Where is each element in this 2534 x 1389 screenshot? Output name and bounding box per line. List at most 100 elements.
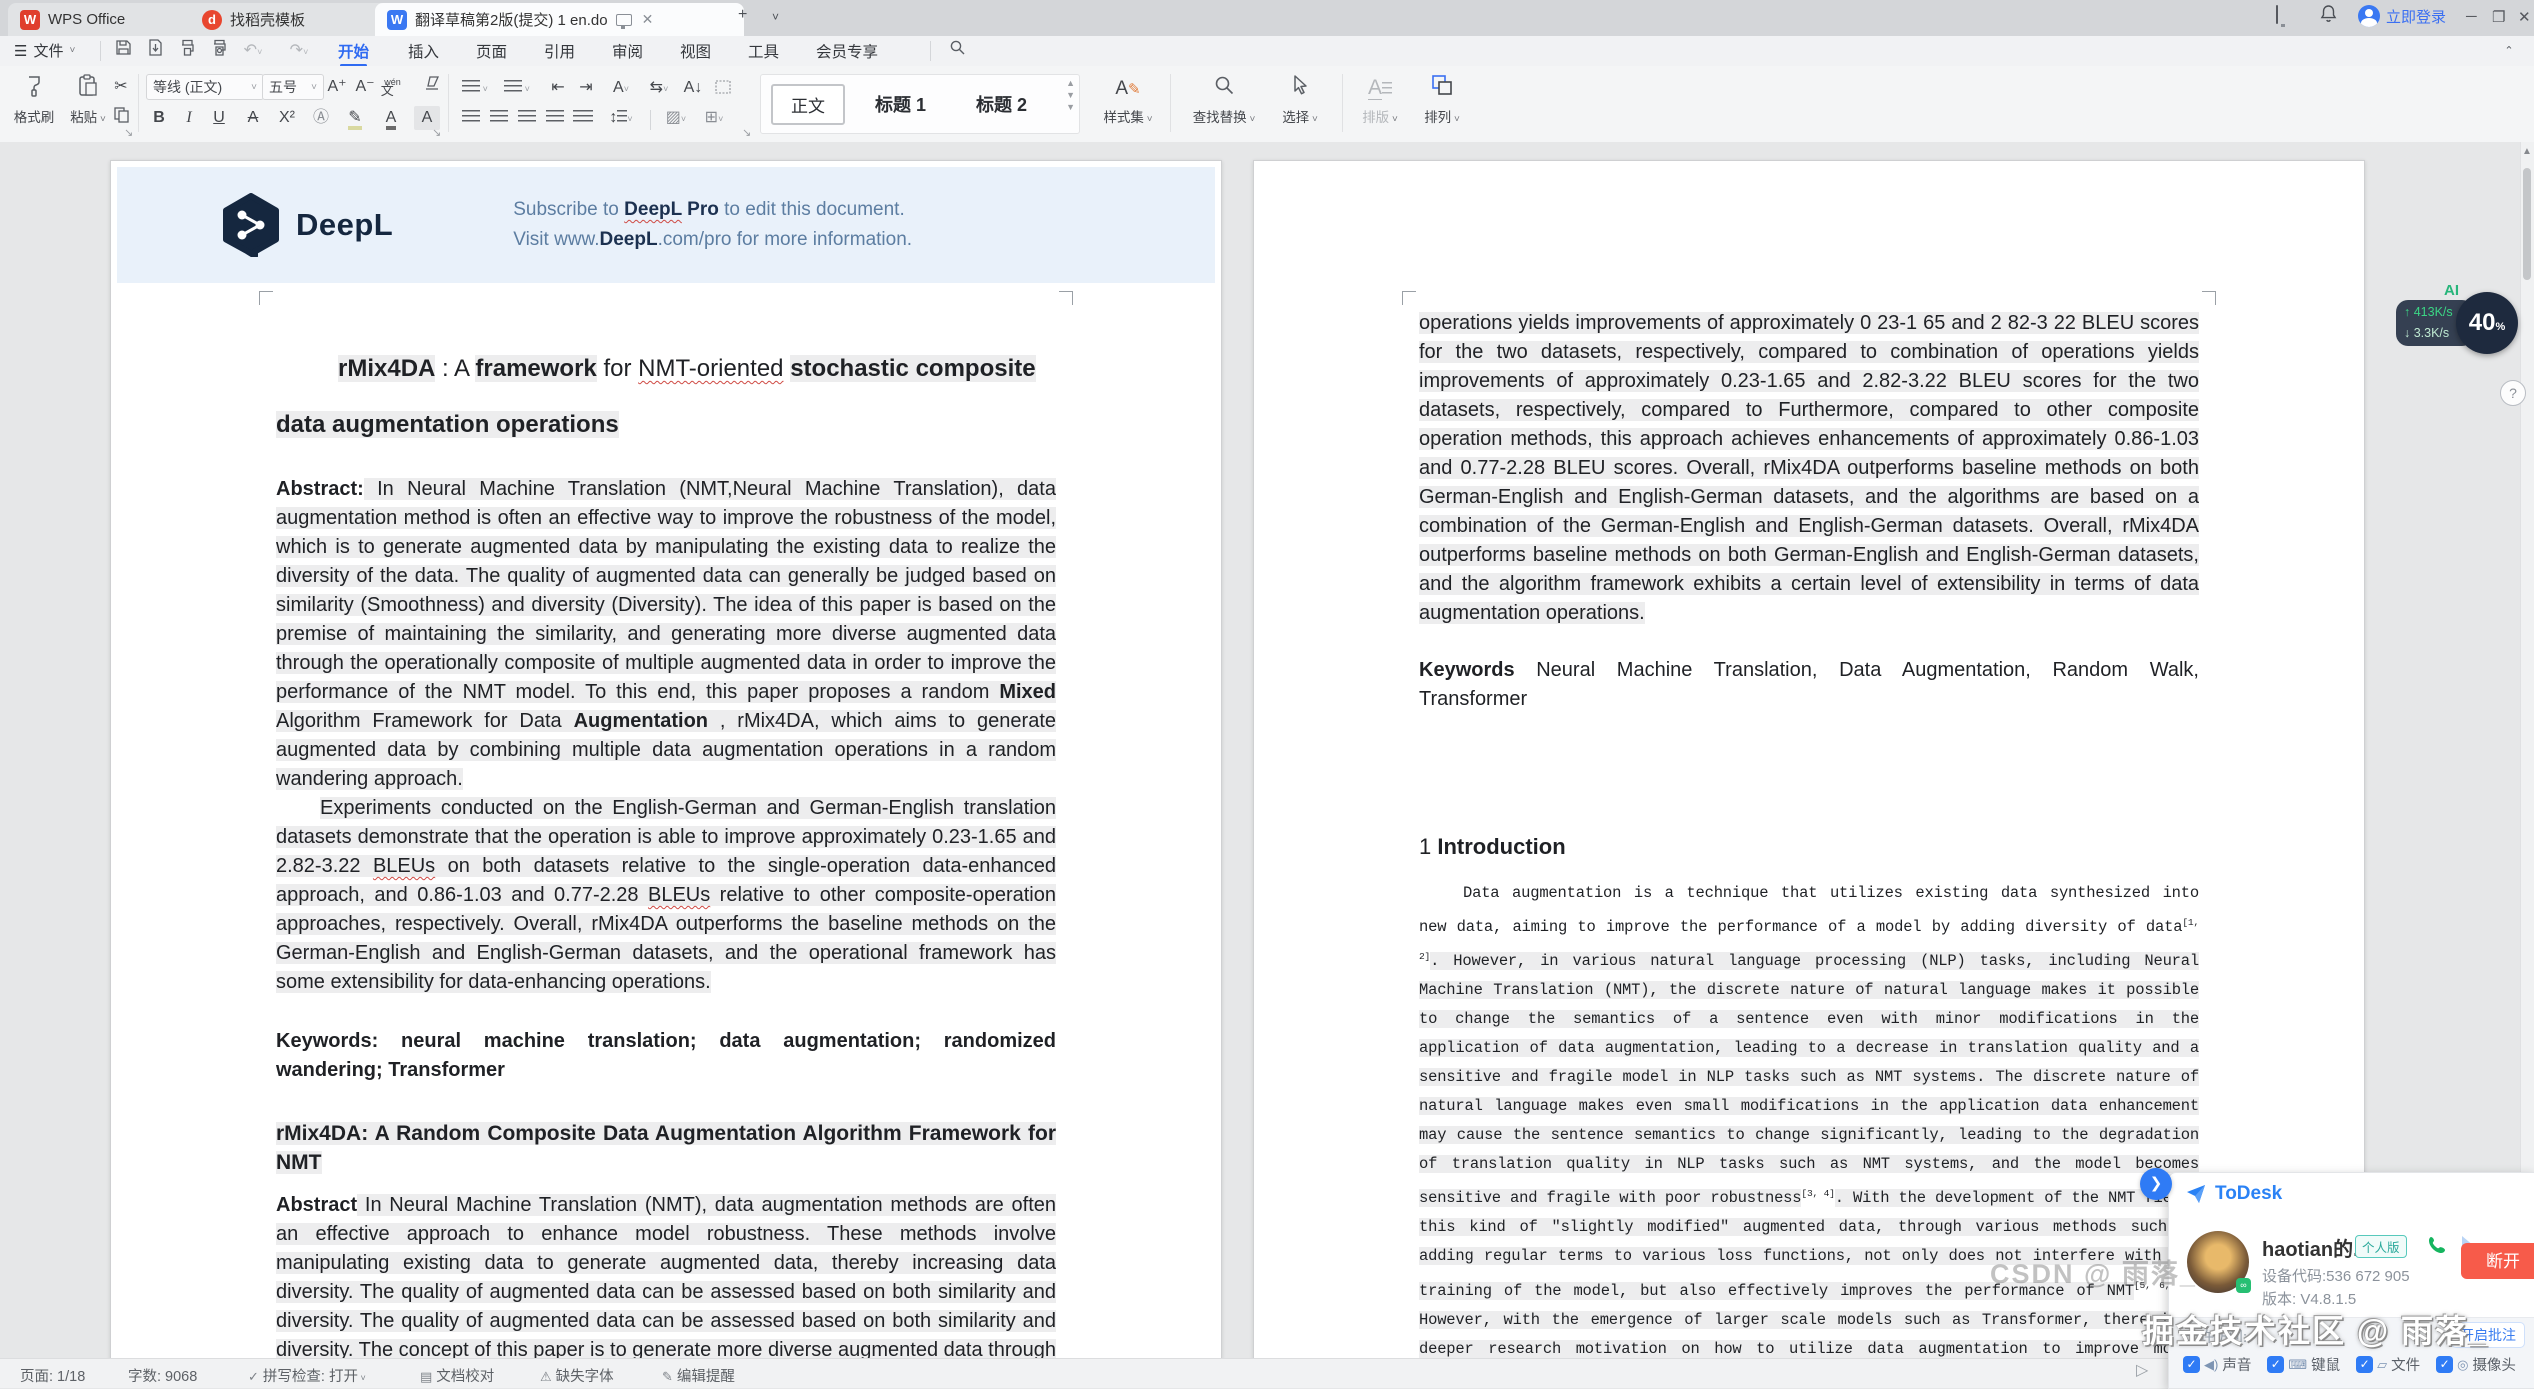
increase-indent-icon[interactable]: ⇥ — [573, 76, 599, 100]
screen-cast-icon[interactable] — [2276, 6, 2278, 24]
disconnect-button[interactable]: 断开 — [2461, 1243, 2534, 1279]
paragraph-group-expander[interactable]: ↘ — [742, 126, 751, 139]
file-menu-button[interactable]: ☰ 文件 ˅ — [14, 40, 75, 61]
grow-font-button[interactable]: A⁺ — [324, 75, 350, 99]
align-center-icon[interactable] — [486, 106, 512, 130]
notification-bell-icon[interactable] — [2320, 5, 2337, 28]
align-right-icon[interactable] — [514, 106, 540, 130]
perm-keyboard-mouse[interactable]: ✓ ⌨ 键鼠 — [2267, 1354, 2340, 1375]
style-set-button[interactable]: A✎ 样式集 — [1096, 74, 1160, 126]
menu-item-tools[interactable]: 工具 — [748, 40, 779, 62]
collapse-ribbon-icon[interactable]: ⌃ — [2496, 39, 2522, 63]
align-left-icon[interactable] — [458, 106, 484, 130]
close-tab-icon[interactable]: ✕ — [642, 11, 654, 28]
typeset-button[interactable]: A 排版 — [1352, 74, 1408, 126]
search-icon[interactable] — [944, 39, 970, 63]
login-button[interactable]: 立即登录 — [2358, 5, 2446, 27]
distribute-icon[interactable] — [570, 106, 596, 130]
pinyin-guide-icon[interactable]: wén文 — [382, 75, 416, 99]
format-painter-button[interactable]: 格式刷 — [8, 74, 60, 126]
status-proofread[interactable]: ▤文档校对 — [420, 1365, 494, 1386]
page1-content[interactable]: rMix4DA : A framework for NMT-oriented s… — [276, 341, 1056, 1358]
clear-format-icon[interactable] — [420, 75, 446, 99]
align-justify-icon[interactable] — [542, 106, 568, 130]
menu-item-reference[interactable]: 引用 — [544, 40, 575, 62]
gallery-scroll-arrows[interactable]: ▲▼▼ — [1066, 79, 1075, 112]
todesk-panel[interactable]: ToDesk ∞ haotian的... 个人版 断开 设备代码:536 672… — [2168, 1172, 2534, 1389]
vertical-text-icon[interactable]: A↓ — [680, 76, 706, 100]
decrease-indent-icon[interactable]: ⇤ — [545, 76, 571, 100]
checkbox-checked-icon[interactable]: ✓ — [2267, 1356, 2284, 1373]
help-float-button[interactable]: ? — [2500, 380, 2526, 406]
redo-icon[interactable]: ↷˅ — [286, 39, 312, 63]
undo-icon[interactable]: ↶˅ — [240, 39, 266, 63]
text-direction-button[interactable]: ⇆˅ — [642, 76, 676, 100]
numbered-list-button[interactable]: ˅ — [500, 76, 534, 100]
document-page-1[interactable]: DeepL Subscribe to DeepL Pro to edit thi… — [110, 160, 1222, 1358]
print-preview-icon[interactable] — [206, 39, 232, 63]
status-word-count[interactable]: 字数: 9068 — [128, 1365, 197, 1386]
text-grid-icon[interactable] — [710, 78, 736, 102]
status-page-indicator[interactable]: 页面: 1/18 — [20, 1365, 85, 1386]
font-color-button[interactable]: A — [378, 106, 404, 130]
font-size-select[interactable]: 五号˅ — [262, 74, 324, 100]
status-missing-fonts[interactable]: ⚠缺失字体 — [540, 1365, 614, 1386]
bold-button[interactable]: B — [146, 106, 172, 130]
new-tab-button[interactable]: + — [738, 6, 747, 24]
font-group-expander[interactable]: ↘ — [432, 126, 441, 139]
tab-document[interactable]: W 翻译草稿第2版(提交) 1 en.do ✕ — [375, 3, 744, 36]
status-edit-reminder[interactable]: ✎编辑提醒 — [662, 1365, 735, 1386]
cut-icon[interactable]: ✂ — [108, 75, 134, 99]
menu-item-view[interactable]: 视图 — [680, 40, 711, 62]
save-icon[interactable] — [110, 39, 136, 63]
strikethrough-button[interactable]: A — [240, 106, 266, 130]
menu-item-review[interactable]: 审阅 — [612, 40, 643, 62]
menu-item-member[interactable]: 会员专享 — [816, 40, 878, 62]
perm-audio[interactable]: ✓ ◀) 声音 — [2183, 1354, 2251, 1375]
perm-files[interactable]: ✓ ▱ 文件 — [2356, 1354, 2420, 1375]
line-spacing-button[interactable]: ↕˅ — [604, 106, 638, 130]
checkbox-checked-icon[interactable]: ✓ — [2356, 1356, 2373, 1373]
checkbox-checked-icon[interactable]: ✓ — [2183, 1356, 2200, 1373]
tab-list-chevron-icon[interactable]: ˅ — [772, 10, 779, 24]
superscript-button[interactable]: X² — [274, 106, 300, 130]
restore-button[interactable]: ❐ — [2492, 8, 2505, 26]
export-pdf-icon[interactable] — [142, 39, 168, 63]
minimize-button[interactable]: ─ — [2466, 8, 2477, 25]
todesk-collapse-chevron[interactable]: ❯ — [2140, 1168, 2172, 1200]
tab-wps-office[interactable]: W WPS Office — [8, 3, 207, 36]
underline-button[interactable]: U — [206, 106, 232, 130]
style-heading2[interactable]: 标题 2 — [956, 83, 1047, 125]
shading-fill-button[interactable]: ▨˅ — [660, 106, 692, 130]
tab-docer-templates[interactable]: d 找稻壳模板 — [190, 3, 392, 36]
char-scale-button[interactable]: A˅ — [604, 76, 638, 100]
arrange-button[interactable]: 排列 — [1414, 74, 1470, 126]
annotate-button[interactable]: 开启批注 — [2451, 1322, 2525, 1348]
font-name-select[interactable]: 等线 (正文)˅ — [146, 74, 264, 100]
shrink-font-button[interactable]: A⁻ — [352, 75, 378, 99]
bullet-list-button[interactable]: ˅ — [458, 76, 492, 100]
scrollbar-thumb[interactable] — [2523, 168, 2531, 280]
clipboard-group-expander[interactable]: ↘ — [124, 126, 133, 139]
menu-item-insert[interactable]: 插入 — [408, 40, 439, 62]
checkbox-checked-icon[interactable]: ✓ — [2436, 1356, 2453, 1373]
borders-button[interactable]: ⊞˅ — [698, 106, 730, 130]
menu-item-home[interactable]: 开始 — [338, 40, 369, 62]
print-icon[interactable] — [174, 39, 200, 63]
scroll-up-arrow[interactable]: ▲ — [2521, 146, 2533, 157]
status-spellcheck[interactable]: ✓拼写检查: 打开 ˅ — [248, 1365, 370, 1386]
paste-button[interactable]: 粘贴 — [62, 74, 114, 126]
perm-camera[interactable]: ✓ ◎ 摄像头 — [2436, 1354, 2516, 1375]
close-button[interactable]: ✕ — [2518, 8, 2531, 26]
voice-call-icon[interactable] — [2427, 1235, 2447, 1255]
find-replace-button[interactable]: 查找替换 — [1182, 74, 1266, 126]
ai-float-label[interactable]: AI — [2444, 282, 2459, 299]
page2-content[interactable]: operations yields improvements of approx… — [1419, 309, 2199, 1358]
italic-button[interactable]: I — [176, 106, 202, 130]
text-effects-button[interactable]: Ⓐ — [308, 106, 334, 130]
cast-tab-icon[interactable] — [616, 14, 632, 26]
menu-item-page[interactable]: 页面 — [476, 40, 507, 62]
select-button[interactable]: 选择 — [1272, 74, 1328, 126]
style-heading1[interactable]: 标题 1 — [855, 83, 946, 125]
performance-float-ball[interactable]: 40 % — [2456, 292, 2518, 354]
